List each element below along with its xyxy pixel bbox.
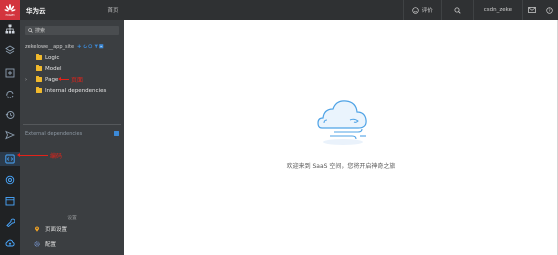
tree-item-label: Internal dependencies: [45, 87, 107, 94]
folder-icon: [36, 76, 42, 82]
settings-circle-icon[interactable]: [5, 175, 15, 185]
chevron-right-icon[interactable]: ›: [25, 77, 36, 83]
code-annotation: 编码: [50, 153, 63, 160]
home-link[interactable]: 首页: [108, 6, 119, 14]
cloud-upload-icon[interactable]: [5, 238, 15, 248]
tree-item-internal-dependencies[interactable]: Internal dependencies: [30, 86, 106, 95]
tree-item-page[interactable]: › Page: [25, 75, 58, 84]
svg-text:?: ?: [548, 8, 550, 13]
project-row[interactable]: zekelowe__app_site: [25, 42, 120, 51]
logo-caption: HUAWEI: [6, 14, 15, 17]
search-icon: [454, 7, 461, 14]
topbar-actions: 评价 csdn_zeke ?: [402, 0, 558, 20]
cloud-refresh-icon[interactable]: [5, 88, 15, 98]
user-name: csdn_zeke: [483, 7, 512, 13]
search-icon: [28, 28, 33, 33]
link-icon[interactable]: [88, 44, 93, 49]
history-icon[interactable]: [5, 110, 15, 120]
help-icon: ?: [546, 6, 553, 14]
gear-icon: [34, 240, 40, 247]
huawei-flower-icon: HUAWEI: [4, 4, 16, 17]
settings-section-title: 设置: [67, 216, 77, 221]
layers-icon[interactable]: [5, 45, 15, 55]
location-icon: [34, 225, 40, 232]
activity-rail: [0, 20, 20, 255]
folder-icon: [36, 87, 42, 93]
main-content: 欢迎来到 SaaS 空间，您将开启神奇之旅: [124, 20, 558, 255]
send-icon[interactable]: [5, 130, 15, 140]
tree-item-model[interactable]: Model: [30, 64, 62, 73]
code-annotation-arrow: [17, 153, 48, 157]
top-bar: HUAWEI 华为云 首页 评价 csdn_zeke ?: [0, 0, 558, 20]
config-item[interactable]: 配置: [34, 239, 56, 248]
page-settings-label: 页面设置: [45, 226, 68, 233]
page-settings-item[interactable]: 页面设置: [34, 224, 67, 233]
mail-icon: [528, 7, 536, 13]
project-name: zekelowe__app_site: [25, 43, 75, 50]
brand-name: 华为云: [26, 7, 46, 15]
page-annotation-arrow: [58, 77, 69, 81]
cloud-illustration: [317, 100, 367, 145]
add-dependency-icon[interactable]: [114, 131, 119, 136]
search-button[interactable]: [440, 0, 473, 20]
search-placeholder: 搜索: [35, 28, 46, 34]
filter-icon[interactable]: [94, 44, 99, 49]
welcome-message: 欢迎来到 SaaS 空间，您将开启神奇之旅: [286, 163, 396, 170]
code-icon[interactable]: [5, 154, 15, 164]
tree-item-label: Page: [45, 76, 59, 83]
external-dependencies-row[interactable]: External dependencies: [25, 129, 119, 138]
calendar-icon[interactable]: [5, 196, 15, 206]
wrench-icon[interactable]: [5, 217, 15, 227]
plus-box-icon[interactable]: [5, 68, 15, 78]
tree-item-label: Model: [45, 65, 62, 72]
sitemap-icon[interactable]: [5, 24, 15, 34]
refresh-icon[interactable]: [83, 44, 88, 49]
tree-item-logic[interactable]: Logic: [30, 53, 59, 62]
evaluate-button[interactable]: 评价: [402, 0, 441, 20]
project-actions: [77, 44, 104, 49]
explorer-panel: 搜索 zekelowe__app_site Logic Model › Page…: [20, 20, 124, 255]
evaluate-label: 评价: [421, 8, 433, 14]
search-input[interactable]: 搜索: [25, 26, 119, 35]
external-dependencies-label: External dependencies: [25, 130, 83, 137]
add-icon[interactable]: [77, 44, 82, 49]
user-menu[interactable]: csdn_zeke: [472, 0, 522, 20]
folder-icon: [36, 65, 42, 71]
collapse-icon[interactable]: [99, 44, 104, 49]
mail-button[interactable]: [522, 0, 541, 20]
tree-item-label: Logic: [45, 54, 60, 61]
smile-icon: [412, 6, 419, 14]
huawei-logo[interactable]: HUAWEI: [0, 0, 20, 20]
folder-icon: [36, 54, 42, 60]
config-label: 配置: [45, 241, 57, 248]
panel-divider: [23, 124, 121, 125]
help-button[interactable]: ?: [541, 0, 558, 20]
page-annotation: 页面: [71, 77, 84, 84]
